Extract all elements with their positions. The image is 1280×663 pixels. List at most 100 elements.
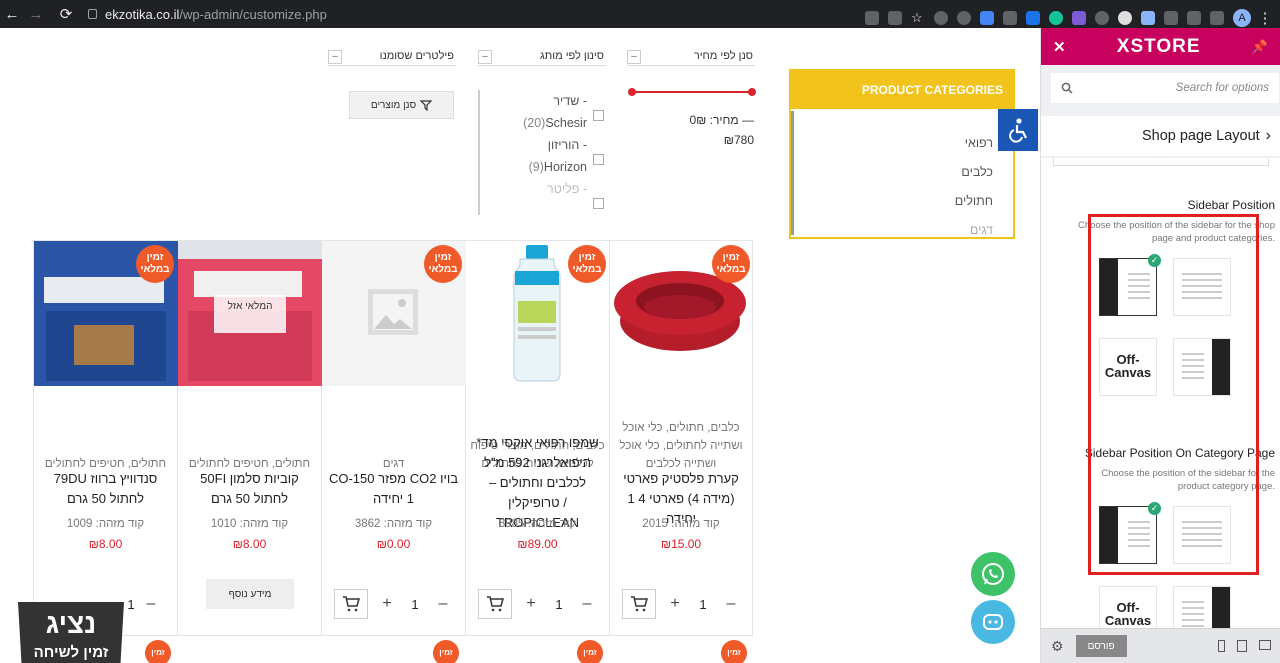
product-image[interactable]: זמין במלאי xyxy=(466,241,610,386)
product-categories[interactable]: חתולים, חטיפים לחתולים xyxy=(182,399,317,473)
brand-checkbox[interactable] xyxy=(593,198,604,209)
section-title: Shop page Layout xyxy=(1141,128,1260,144)
sidepanel-icon[interactable] xyxy=(1210,11,1224,25)
off-canvas-label: Off-Canvas xyxy=(1104,352,1152,380)
product-categories[interactable]: חתולים, חטיפים לחתולים xyxy=(38,399,173,473)
product-title[interactable]: 79DU סנדוויץ ברווז לחתול 50 גרם xyxy=(38,469,173,509)
product-grid: זמין במלאי כלבים, חתולים, כלי אוכל ושתייה… xyxy=(31,240,753,663)
extension-icon[interactable] xyxy=(1141,11,1155,25)
qty-input[interactable]: 1 xyxy=(398,589,432,619)
filter-price-label: סנן לפי מחיר xyxy=(693,50,753,62)
extension-icon[interactable] xyxy=(1072,11,1086,25)
in-stock-badge: זמין במלאי xyxy=(424,245,462,283)
collapse-icon[interactable]: – xyxy=(328,50,342,64)
mobile-icon[interactable] xyxy=(1218,640,1225,652)
chevron-right-icon[interactable]: › xyxy=(1266,127,1271,145)
category-layout-left-sidebar[interactable]: ✓ xyxy=(1099,502,1161,564)
star-icon[interactable]: ☆ xyxy=(911,11,925,25)
extension-icon[interactable] xyxy=(1095,11,1109,25)
desktop-icon[interactable] xyxy=(1259,640,1271,650)
tablet-icon[interactable] xyxy=(1237,640,1247,652)
forward-icon[interactable]: → xyxy=(24,0,48,28)
price-range-line1: מחיר: 0₪ — xyxy=(689,113,754,127)
add-to-cart-row: + 1 – xyxy=(334,589,454,619)
url-path: /wp-admin/customize.php xyxy=(179,6,327,22)
extension-icon[interactable] xyxy=(1118,11,1132,25)
qty-minus-button[interactable]: – xyxy=(720,589,742,619)
close-icon[interactable]: ✕ xyxy=(1053,38,1066,56)
brand-item[interactable]: פליטר - xyxy=(480,178,606,209)
search-input[interactable]: Search for options xyxy=(1176,82,1269,94)
more-info-button[interactable]: מידע נוסף xyxy=(206,579,294,609)
puzzle-icon[interactable] xyxy=(1187,11,1201,25)
category-link[interactable]: חתולים xyxy=(794,187,993,216)
chatbot-button[interactable] xyxy=(971,600,1015,644)
collapse-icon[interactable]: – xyxy=(627,50,641,64)
pen-icon[interactable] xyxy=(1164,11,1178,25)
new-badge-icon[interactable] xyxy=(1026,11,1040,25)
category-layout-right-sidebar[interactable] xyxy=(1173,586,1231,628)
filter-active-title[interactable]: פילטרים שסומנו – xyxy=(328,28,456,66)
category-layout-off-canvas[interactable]: Off-Canvas xyxy=(1099,586,1157,628)
filter-products-button[interactable]: סנן מוצרים xyxy=(349,91,454,119)
reload-icon[interactable]: ⟳ xyxy=(54,0,78,28)
share-icon[interactable] xyxy=(888,11,902,25)
sidebar-bar xyxy=(1212,339,1230,395)
products-per-page-input[interactable]: 20,40,60 xyxy=(1053,158,1269,166)
qty-input[interactable]: 1 xyxy=(686,589,720,619)
product-image[interactable]: זמין במלאי xyxy=(610,241,754,386)
options-search[interactable]: Search for options xyxy=(1051,73,1279,103)
profile-avatar[interactable]: A xyxy=(1233,9,1251,27)
publish-button[interactable]: פורסם xyxy=(1075,635,1127,657)
brand-item[interactable]: הוריזון - (9)Horizon xyxy=(480,134,606,178)
whatsapp-button[interactable] xyxy=(971,552,1015,596)
layout-right-sidebar[interactable] xyxy=(1173,338,1231,396)
product-title[interactable]: CO-150 מפזר CO2 בויו 1 יחידה xyxy=(326,469,461,509)
globe-icon[interactable] xyxy=(957,11,971,25)
category-layout-no-sidebar[interactable] xyxy=(1173,506,1231,564)
layout-off-canvas[interactable]: Off-Canvas xyxy=(1099,338,1157,396)
product-image[interactable]: זמין במלאי xyxy=(34,241,178,386)
category-link[interactable]: רפואי xyxy=(794,129,993,158)
category-link[interactable]: דגים xyxy=(794,216,993,235)
add-to-cart-button[interactable] xyxy=(334,589,368,619)
qty-input[interactable]: 1 xyxy=(542,589,576,619)
product-title[interactable]: 50FI קוביות סלמון לחתול 50 גרם xyxy=(182,469,317,509)
product-categories[interactable]: כלבים, חתולים, כלי אוכל ושתייה לחתולים, … xyxy=(614,399,748,473)
product-image[interactable]: זמין במלאי xyxy=(322,241,466,386)
product-image[interactable]: המלאי אזל xyxy=(178,241,322,386)
add-to-cart-button[interactable] xyxy=(622,589,656,619)
qty-minus-button[interactable]: – xyxy=(576,589,598,619)
qty-plus-button[interactable]: + xyxy=(520,589,542,619)
brand-checkbox[interactable] xyxy=(593,154,604,165)
price-slider[interactable] xyxy=(628,88,756,96)
brand-checkbox[interactable] xyxy=(593,110,604,121)
accessibility-button[interactable] xyxy=(998,109,1038,151)
gear-icon[interactable]: ⚙ xyxy=(1051,638,1064,655)
layout-left-sidebar[interactable]: ✓ xyxy=(1099,254,1161,316)
camera-icon[interactable] xyxy=(1003,11,1017,25)
qty-plus-button[interactable]: + xyxy=(664,589,686,619)
qty-plus-button[interactable]: + xyxy=(376,589,398,619)
qty-minus-button[interactable]: – xyxy=(140,589,162,619)
price-range-line2: ₪780 xyxy=(723,133,754,147)
extension-icon[interactable] xyxy=(980,11,994,25)
brand-item[interactable]: שדיר - (20)Schesir xyxy=(480,90,606,134)
filter-brand-title[interactable]: סינון לפי מותג – xyxy=(478,28,606,66)
category-link[interactable]: כלבים xyxy=(794,158,993,187)
qty-minus-button[interactable]: – xyxy=(432,589,454,619)
pin-icon[interactable]: 📌 xyxy=(1252,39,1268,55)
product-categories[interactable]: דגים xyxy=(326,399,461,473)
add-to-cart-button[interactable] xyxy=(478,589,512,619)
filter-price-title[interactable]: סנן לפי מחיר – xyxy=(627,28,755,66)
layout-no-sidebar[interactable] xyxy=(1173,258,1231,316)
extension-icon[interactable] xyxy=(934,11,948,25)
translate-icon[interactable] xyxy=(865,11,879,25)
back-icon[interactable]: ← xyxy=(0,0,24,28)
collapse-icon[interactable]: – xyxy=(478,50,492,64)
grammarly-icon[interactable] xyxy=(1049,11,1063,25)
live-agent-badge[interactable]: נציג זמין לשיחה xyxy=(14,598,128,663)
section-header[interactable]: Shop page Layout › xyxy=(1041,116,1280,156)
brand-name-en: Schesir xyxy=(545,116,587,130)
accessibility-icon xyxy=(1009,118,1027,143)
